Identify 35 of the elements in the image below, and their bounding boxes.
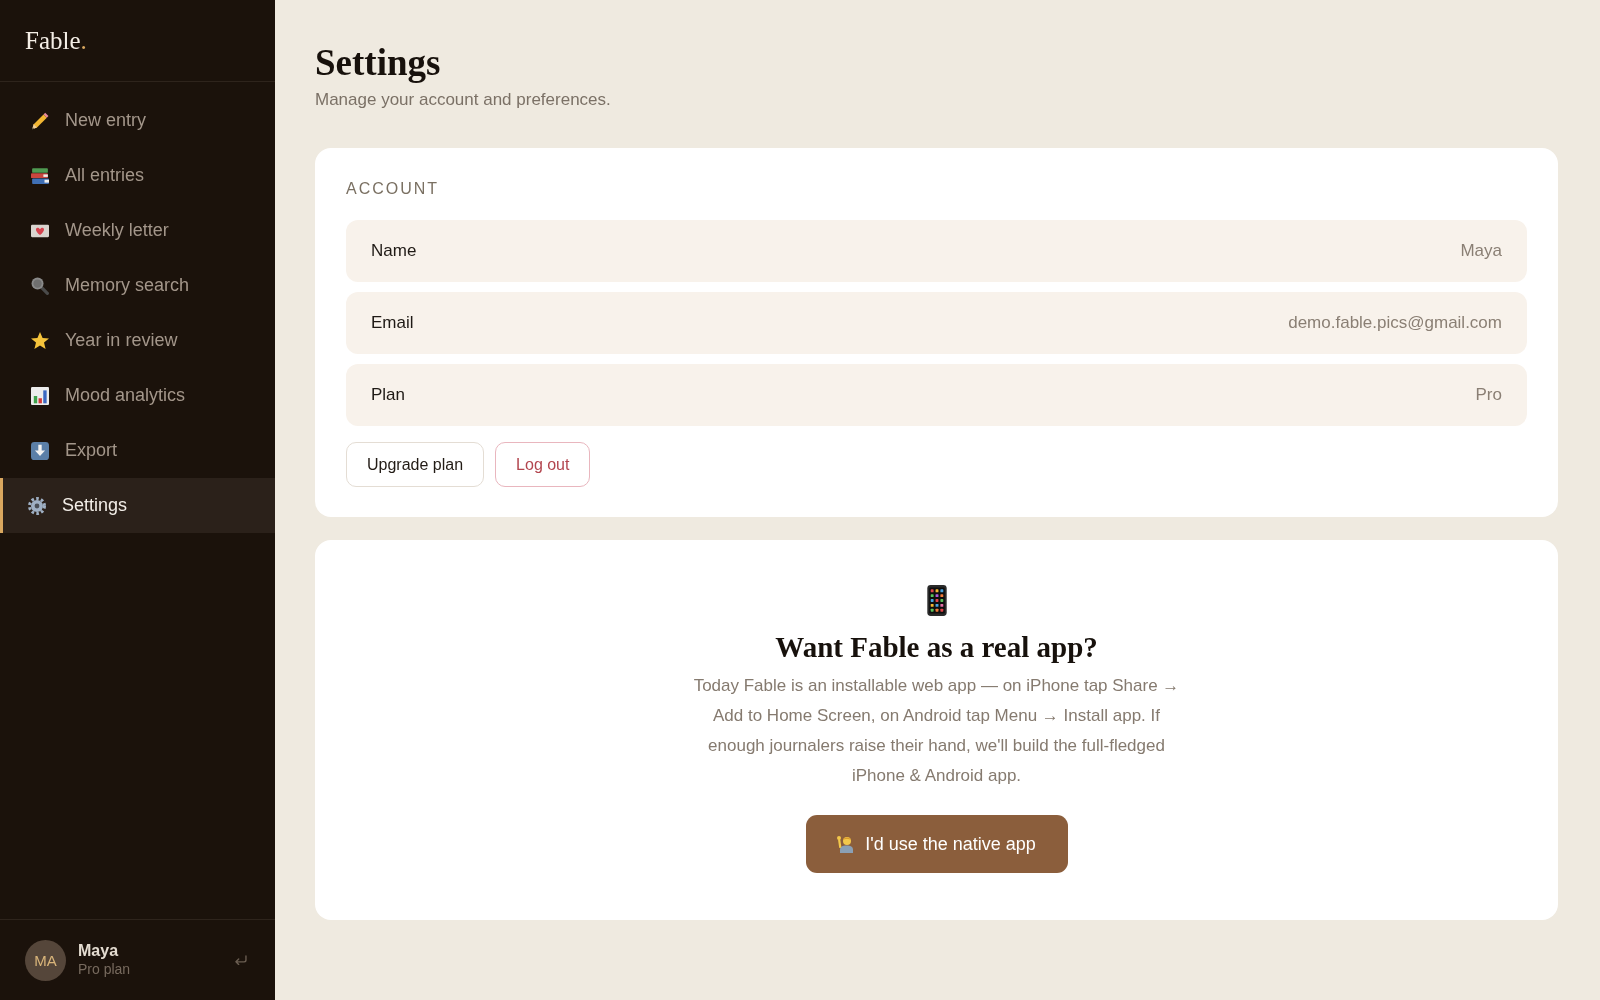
native-app-button[interactable]: I'd use the native app [805,815,1068,873]
promo-text: Today Fable is an installable web app — on iPhone tap Share → Add to Home Screen, on Android tap Menu → Install app. If enough journalers raise their hand, we'll build the full-fledged iPhone & Android app. [692,675,1181,787]
field-label: Plan [371,385,406,405]
sidebar-item[interactable]: Settings [0,478,275,533]
books-icon [31,166,49,185]
page-title: Settings [315,41,442,85]
user-name: Maya [78,941,120,960]
magnifier-icon [31,276,49,295]
sidebar-item[interactable]: Weekly letter [0,203,275,258]
field-value: demo.fable.pics@gmail.com [1288,313,1502,333]
bar-chart-icon [31,386,49,405]
logo: Fable. [25,25,87,56]
user-plan: Pro plan [78,960,132,979]
raised-hand-person-icon [837,835,856,853]
sidebar-item[interactable]: Export [0,423,275,478]
promo-title: Want Fable as a real app? [775,630,1098,665]
field-value: Pro [1475,385,1502,405]
field-label: Name [371,241,417,261]
sidebar-item[interactable]: All entries [0,148,275,203]
phone-icon [926,585,947,616]
upgrade-button[interactable]: Upgrade plan [346,442,485,487]
gear-icon [28,496,46,515]
sidebar-item[interactable]: Year in review [0,313,275,368]
sidebar-item[interactable]: Mood analytics [0,368,275,423]
pencil-icon [31,111,49,130]
avatar: MA [25,939,66,981]
field-value: Maya [1460,241,1502,261]
star-icon [31,331,49,350]
logout-button[interactable]: Log out [495,442,591,487]
page-subtitle: Manage your account and preferences. [315,89,612,111]
field-label: Email [371,313,414,333]
sidebar-item[interactable]: New entry [0,93,275,148]
section-heading: ACCOUNT [346,179,441,199]
sidebar-item[interactable]: Memory search [0,258,275,313]
return-arrow-icon[interactable] [234,955,247,965]
